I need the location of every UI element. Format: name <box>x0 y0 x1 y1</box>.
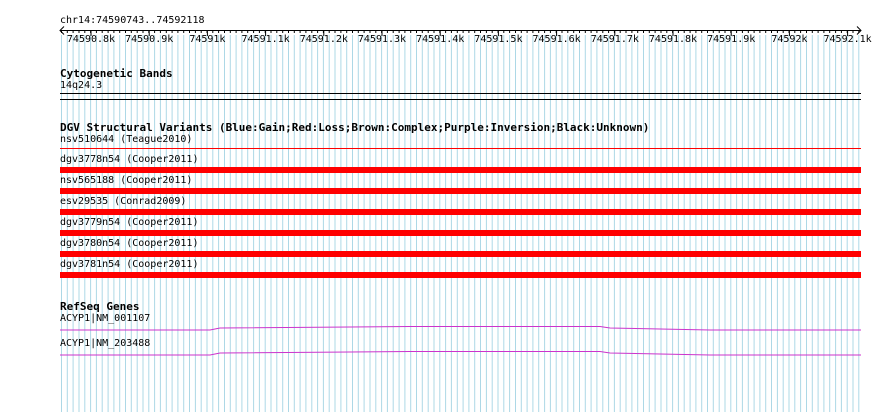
gene-model[interactable] <box>60 351 861 356</box>
gene-model[interactable] <box>60 326 861 331</box>
gene-models <box>60 326 861 356</box>
